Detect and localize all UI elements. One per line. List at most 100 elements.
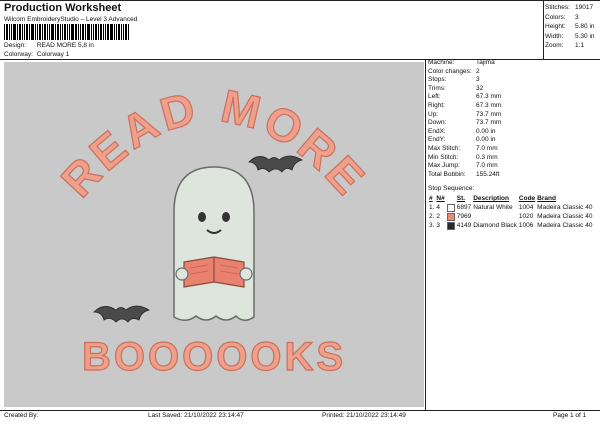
row-description	[472, 212, 518, 221]
row-code: 1004	[518, 204, 534, 211]
stop-sequence-table: # N# St. Description Code Brand 1. 4 6897 N…	[428, 194, 593, 230]
info-label: Machine:	[428, 59, 455, 66]
color-swatch	[446, 221, 456, 230]
machine-info-row: Up: 73.7 mm	[428, 111, 501, 120]
embroidery-design: READ MORE BOOOOOKS	[50, 79, 374, 380]
colorway-label: Colorway:	[4, 51, 33, 58]
row-description: Natural White	[473, 204, 513, 211]
info-label: Color changes:	[428, 67, 472, 75]
machine-info-row: Color changes: 2	[428, 68, 501, 77]
info-label: Right:	[428, 101, 445, 109]
info-label: Min Stitch:	[428, 153, 459, 161]
thread-color-swatch	[446, 212, 455, 221]
colorway-value: Colorway 1	[36, 51, 70, 58]
machine-info-row: Down: 73.7 mm	[428, 119, 501, 128]
colorway-row: Colorway: Colorway 1	[4, 51, 69, 58]
machine-info-row: Stops: 3	[428, 76, 501, 85]
info-label: Max Jump:	[428, 162, 460, 170]
ghost-figure	[173, 166, 255, 321]
design-row: Design: READ MORE 5,8 in	[4, 42, 94, 49]
header-divider	[0, 59, 600, 60]
row-stitches: 6897	[456, 204, 472, 211]
info-label: Up:	[428, 110, 439, 118]
thread-color-swatch	[446, 221, 455, 230]
row-stitches: 7969	[456, 213, 472, 220]
color-swatch	[446, 203, 456, 212]
row-description: Diamond Black	[473, 222, 517, 229]
info-value: 67.3 mm	[476, 93, 502, 101]
col-stitches: St.	[456, 195, 466, 202]
table-row: 3. 3 4149 Diamond Black 1006 Madeira Classic …	[428, 221, 593, 230]
info-label: Trims:	[428, 84, 446, 92]
stat-zoom: Zoom: 1:1	[545, 42, 585, 50]
printed-date: Printed: 21/10/2022 23:14:49	[322, 412, 406, 419]
col-description: Description	[473, 195, 509, 202]
row-needle: 2	[436, 213, 441, 220]
info-value: 3	[476, 76, 480, 84]
stat-height: Height: 5.80 in	[545, 23, 595, 31]
row-brand: Madeira Classic 40	[537, 204, 593, 211]
machine-info-row: Left: 67.3 mm	[428, 93, 501, 102]
bottom-lettering: BOOOOOKS	[82, 335, 346, 379]
table-row: 2. 2 7969 1020 Madeira Classic 40	[428, 212, 593, 221]
design-label: Design:	[4, 42, 27, 49]
info-label: Total Bobbin:	[428, 170, 466, 178]
info-value: 73.7 mm	[476, 119, 502, 127]
thread-color-swatch	[446, 203, 455, 212]
info-label: Left:	[428, 93, 441, 101]
info-value: 73.7 mm	[476, 110, 502, 118]
info-label: Max Stitch:	[428, 144, 461, 152]
stat-width: Width: 5.30 in	[545, 32, 595, 40]
machine-info-panel: Machine: Tajima Color changes: 2 Stops: 3 Trim…	[428, 59, 501, 179]
row-code: 1006	[518, 222, 534, 229]
machine-info-row: Max Stitch: 7.0 mm	[428, 145, 501, 154]
info-label: EndX:	[428, 127, 446, 135]
row-index: 1.	[429, 204, 435, 211]
row-needle: 3	[436, 222, 441, 229]
machine-info-row: EndY: 0.00 in	[428, 136, 501, 145]
info-label: EndY:	[428, 136, 446, 144]
color-swatch	[446, 212, 456, 221]
software-subtitle: Wilcom EmbroideryStudio – Level 3 Advanc…	[4, 16, 138, 23]
top-border	[0, 0, 600, 1]
stat-stitches: Stitches: 19017	[545, 4, 594, 11]
info-value: 2	[476, 67, 480, 75]
book-icon	[175, 256, 253, 288]
info-value: 0.3 mm	[476, 153, 498, 161]
row-brand: Madeira Classic 40	[537, 222, 593, 229]
machine-info-row: EndX: 0.00 in	[428, 128, 501, 137]
col-needle: N#	[436, 195, 445, 202]
col-code: Code	[518, 195, 536, 202]
created-by: Created By:	[4, 412, 39, 419]
stats-panel: Stitches: 19017 Colors: 3 Height: 5.80 in W…	[545, 3, 595, 51]
machine-info-row: Min Stitch: 0.3 mm	[428, 154, 501, 163]
machine-info-row: Total Bobbin: 155.24ft	[428, 171, 501, 180]
barcode	[4, 24, 140, 40]
stat-colors: Colors: 3	[545, 13, 579, 21]
stop-sequence-title: Stop Sequence:	[428, 185, 475, 192]
row-index: 3.	[429, 222, 435, 229]
machine-info-row: Trims: 32	[428, 85, 501, 94]
row-index: 2.	[429, 213, 435, 220]
info-value: Tajima	[476, 59, 495, 66]
machine-info-row: Machine: Tajima	[428, 59, 501, 68]
info-label: Down:	[428, 119, 447, 127]
row-brand: Madeira Classic 40	[537, 213, 593, 220]
col-brand: Brand	[537, 195, 556, 202]
col-swatch	[446, 194, 456, 203]
page-title: Production Worksheet	[4, 2, 122, 14]
info-value: 0.00 in	[476, 127, 496, 135]
table-row: 1. 4 6897 Natural White 1004 Madeira Classic …	[428, 203, 593, 212]
info-value: 67.3 mm	[476, 101, 502, 109]
machine-info-row: Right: 67.3 mm	[428, 102, 501, 111]
bat-icon-left	[93, 305, 151, 323]
info-value: 0.00 in	[476, 136, 496, 144]
design-preview: READ MORE BOOOOOKS	[4, 62, 424, 407]
last-saved: Last Saved: 21/10/2022 23:14:47	[148, 412, 244, 419]
design-value: READ MORE 5,8 in	[36, 42, 94, 49]
page-number: Page 1 of 1	[553, 412, 587, 419]
info-value: 32	[476, 84, 484, 92]
info-value: 7.0 mm	[476, 162, 498, 170]
row-needle: 4	[436, 204, 441, 211]
panel-divider	[425, 59, 426, 410]
